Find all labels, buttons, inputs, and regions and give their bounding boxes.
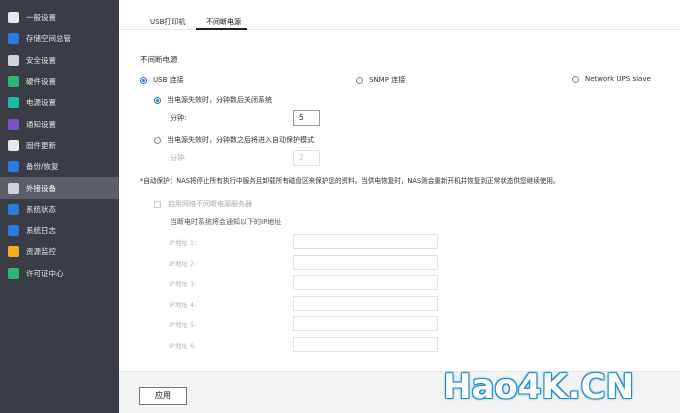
mode-network-label: Network UPS slave [585, 75, 651, 83]
sidebar-item-label: 资源监控 [26, 247, 56, 257]
tab-usb-printer[interactable]: USB打印机 [150, 17, 185, 30]
sidebar-item-label: 通知设置 [26, 119, 56, 129]
mode-snmp[interactable]: SNMP 连接 [356, 75, 405, 85]
sidebar-item-label: 一般设置 [26, 13, 56, 23]
sidebar-item-5[interactable]: 电源设置 [0, 92, 119, 113]
sidebar: 一般设置存储空间总管 安全设置硬件设置电源设置通知设置固件更新备份/恢复外接设备系… [0, 0, 119, 413]
license-icon [8, 267, 19, 279]
general-settings-icon [8, 12, 19, 24]
sidebar-item-8[interactable]: 备份/恢复 [0, 156, 119, 177]
sidebar-item-label: 备份/恢复 [26, 162, 59, 172]
storage-icon [8, 33, 19, 45]
ip-input-6[interactable] [293, 336, 438, 352]
firmware-icon [8, 139, 19, 151]
option-auto-protect[interactable]: 当电源失效时，分钟数之后将进入自动保护模式 [154, 135, 314, 145]
sidebar-item-13[interactable]: 许可证中心 [0, 263, 119, 284]
minutes-input-2[interactable]: 2 [293, 150, 320, 166]
sidebar-item-label: 系统状态 [26, 204, 56, 214]
notification-icon [8, 118, 19, 130]
system-log-icon [8, 225, 19, 237]
sidebar-item-label: 外接设备 [26, 183, 56, 193]
ip-input-3[interactable] [293, 275, 438, 290]
ip-input-1[interactable] [293, 234, 438, 249]
sidebar-item-label: 电源设置 [26, 98, 56, 108]
mode-usb[interactable]: USB 连接 [140, 75, 184, 85]
ip-label-3: IP地址 3: [169, 280, 197, 288]
security-icon [8, 54, 19, 66]
network-ups-label: 启用网络不间断电源服务器 [168, 200, 252, 208]
minutes-input-1[interactable]: 5 [293, 110, 320, 126]
ip-input-4[interactable] [293, 295, 438, 311]
sidebar-item-label: 固件更新 [26, 140, 56, 150]
sidebar-item-label: 系统日志 [26, 226, 56, 236]
sidebar-item-label: 硬件设置 [26, 77, 56, 87]
sidebar-item-label: 存储空间总管 [26, 34, 71, 44]
mode-network-slave[interactable]: Network UPS slave [572, 75, 651, 83]
watermark: Hao4K.CN [443, 367, 635, 407]
apply-button[interactable]: 应用 [139, 387, 187, 405]
option-shutdown-label: 当电源失效时，分钟数后关闭系统 [167, 96, 272, 104]
backup-icon [8, 161, 19, 173]
ip-label-2: IP地址 2: [169, 259, 197, 268]
ip-label-6: IP地址 6: [169, 341, 197, 350]
sidebar-item-3[interactable]: 安全设置 [0, 50, 119, 71]
sidebar-item-6[interactable]: 通知设置 [0, 113, 119, 134]
radio-auto-protect[interactable] [154, 136, 161, 144]
sidebar-item-4[interactable]: 硬件设置 [0, 71, 119, 92]
tab-ups[interactable]: 不间断电源 [196, 17, 247, 30]
sidebar-item-1[interactable]: 一般设置 [0, 7, 119, 28]
mode-snmp-label: SNMP 连接 [369, 76, 406, 84]
radio-shutdown[interactable] [154, 96, 161, 104]
hardware-icon [8, 76, 19, 88]
mode-usb-label: USB 连接 [153, 76, 184, 84]
sidebar-item-2[interactable]: 存储空间总管 [0, 28, 119, 49]
sidebar-item-9[interactable]: 外接设备 [0, 177, 119, 199]
section-title: 不间断电源 [140, 55, 178, 64]
ip-input-5[interactable] [293, 316, 438, 331]
system-status-icon [8, 203, 19, 215]
auto-protect-note: *自动保护：NAS将停止所有执行中服务且卸载所有磁盘区来保护您的资料。当供电恢复… [140, 177, 560, 185]
ip-label-4: IP地址 4: [169, 300, 197, 309]
minutes-label-1: 分钟: [170, 114, 187, 122]
option-shutdown[interactable]: 当电源失效时，分钟数后关闭系统 [154, 95, 272, 105]
radio-network-slave[interactable] [572, 75, 579, 83]
sidebar-item-11[interactable]: 系统日志 [0, 220, 119, 241]
resource-monitor-icon [8, 246, 19, 258]
main-panel: USB打印机 不间断电源 不间断电源 USB 连接 SNMP 连接 Networ… [119, 0, 680, 413]
ip-label-5: IP地址 5: [169, 321, 197, 329]
notify-ip-label: 当断电时系统将会通知以下的IP地址 [170, 218, 282, 226]
radio-snmp[interactable] [356, 76, 363, 84]
sidebar-item-10[interactable]: 系统状态 [0, 199, 119, 220]
minutes-label-2: 分钟: [170, 154, 187, 162]
external-device-icon [8, 182, 19, 194]
sidebar-item-label: 许可证中心 [26, 268, 64, 278]
network-ups-checkbox[interactable] [154, 200, 161, 208]
sidebar-item-12[interactable]: 资源监控 [0, 241, 119, 262]
ip-input-2[interactable] [293, 254, 438, 270]
enable-network-ups-server[interactable]: 启用网络不间断电源服务器 [154, 199, 252, 209]
tab-bar: USB打印机 不间断电源 [119, 0, 680, 30]
radio-usb[interactable] [140, 76, 147, 84]
sidebar-item-7[interactable]: 固件更新 [0, 135, 119, 156]
power-icon [8, 97, 19, 109]
sidebar-item-label: 安全设置 [26, 55, 56, 65]
ip-label-1: IP地址 1: [169, 239, 197, 247]
option-auto-protect-label: 当电源失效时，分钟数之后将进入自动保护模式 [167, 136, 314, 144]
